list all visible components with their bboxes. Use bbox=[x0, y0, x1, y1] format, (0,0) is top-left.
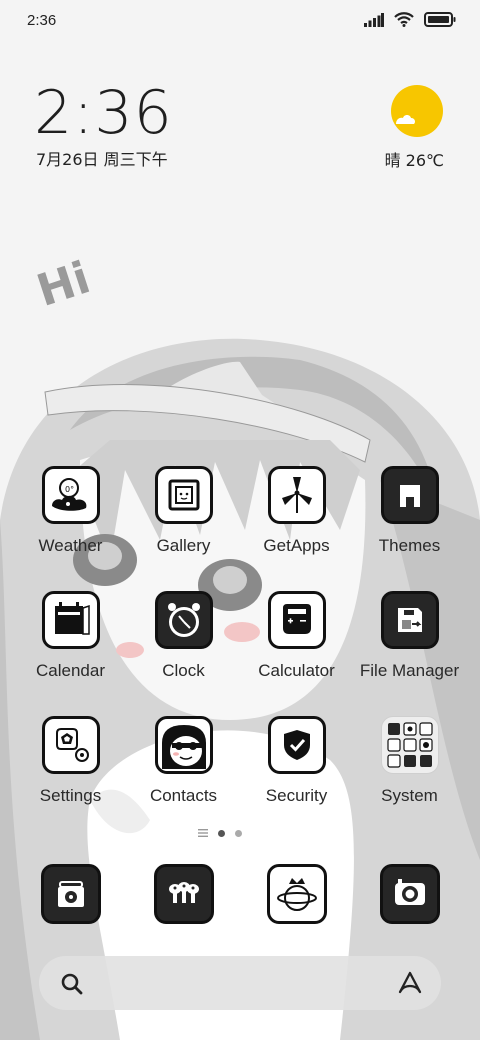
dock bbox=[0, 862, 480, 926]
status-time: 2:36 bbox=[27, 12, 57, 29]
clock-widget-date[interactable]: 7月26日 周三下午 bbox=[36, 146, 168, 170]
getapps-icon bbox=[267, 466, 326, 524]
svg-text:0°: 0° bbox=[65, 485, 74, 494]
clock-widget-time[interactable]: 2:36 bbox=[34, 78, 173, 148]
signal-icon bbox=[364, 12, 384, 27]
gallery-icon bbox=[154, 466, 213, 524]
app-getapps[interactable]: GetApps bbox=[240, 466, 353, 556]
app-label: Weather bbox=[38, 536, 103, 555]
app-themes[interactable]: Themes bbox=[353, 466, 466, 556]
app-weather[interactable]: 0° Weather bbox=[14, 466, 127, 556]
app-label: System bbox=[381, 786, 438, 805]
app-contacts[interactable]: Contacts bbox=[127, 716, 240, 806]
messages-icon[interactable] bbox=[154, 864, 214, 924]
security-icon bbox=[267, 716, 326, 774]
status-icons bbox=[364, 12, 456, 27]
wallpaper-hi-text: Hi bbox=[31, 252, 96, 317]
weather-icon: 0° bbox=[41, 466, 100, 524]
menu-lines-icon bbox=[198, 829, 208, 837]
app-label: Clock bbox=[162, 661, 205, 680]
clock-icon bbox=[154, 591, 213, 649]
assistant-icon[interactable] bbox=[396, 970, 424, 996]
calculator-icon bbox=[267, 591, 326, 649]
app-calculator[interactable]: Calculator bbox=[240, 591, 353, 681]
app-label: File Manager bbox=[359, 661, 460, 680]
app-security[interactable]: Security bbox=[240, 716, 353, 806]
app-gallery[interactable]: Gallery bbox=[127, 466, 240, 556]
app-label: Calendar bbox=[36, 661, 105, 680]
app-label: Contacts bbox=[149, 786, 218, 805]
app-label: Security bbox=[265, 786, 328, 805]
weather-widget[interactable] bbox=[390, 84, 444, 143]
file-manager-icon bbox=[380, 591, 439, 649]
calendar-icon bbox=[41, 591, 100, 649]
search-icon bbox=[61, 973, 83, 995]
page-indicator[interactable] bbox=[198, 828, 242, 838]
battery-icon bbox=[424, 12, 456, 27]
system-folder-icon bbox=[380, 716, 439, 774]
settings-icon bbox=[41, 716, 100, 774]
search-bar[interactable] bbox=[39, 956, 441, 1010]
phone-icon[interactable] bbox=[41, 864, 101, 924]
themes-icon bbox=[380, 466, 439, 524]
app-label: Themes bbox=[378, 536, 441, 555]
weather-text[interactable]: 晴 26℃ bbox=[385, 147, 444, 171]
camera-icon[interactable] bbox=[380, 864, 440, 924]
app-file-manager[interactable]: File Manager bbox=[353, 591, 466, 681]
app-label: Calculator bbox=[258, 661, 335, 680]
app-settings[interactable]: Settings bbox=[14, 716, 127, 806]
contacts-icon bbox=[154, 716, 213, 774]
app-calendar[interactable]: Calendar bbox=[14, 591, 127, 681]
app-label: GetApps bbox=[263, 536, 330, 555]
app-clock[interactable]: Clock bbox=[127, 591, 240, 681]
page-dot-active[interactable] bbox=[218, 829, 225, 837]
app-label: Settings bbox=[39, 786, 102, 805]
sun-cloud-icon bbox=[391, 85, 443, 137]
app-label: Gallery bbox=[156, 536, 211, 555]
page-dot[interactable] bbox=[235, 829, 242, 837]
browser-icon[interactable] bbox=[267, 864, 327, 924]
wifi-icon bbox=[394, 12, 414, 27]
status-bar: 2:36 bbox=[0, 0, 480, 44]
app-system-folder[interactable]: System bbox=[353, 716, 466, 806]
